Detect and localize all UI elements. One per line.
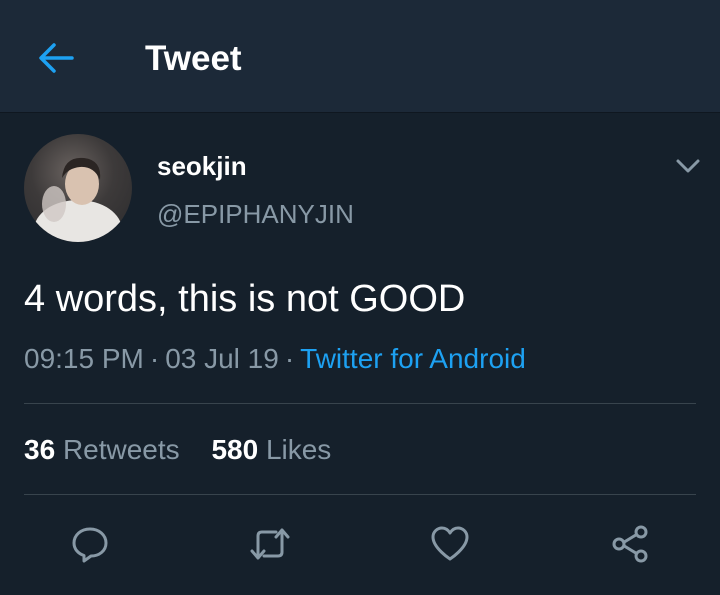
display-name[interactable]: seokjin	[157, 150, 247, 182]
like-button[interactable]	[426, 520, 474, 568]
tweet-source-link[interactable]: Twitter for Android	[300, 343, 526, 374]
app-header: Tweet	[0, 0, 720, 113]
divider	[24, 494, 696, 495]
meta-separator: ·	[149, 343, 160, 374]
tweet-time: 09:15 PM	[24, 343, 144, 374]
tweet-stats: 36 Retweets 580 Likes	[24, 433, 355, 467]
chevron-down-icon	[676, 159, 700, 173]
meta-separator: ·	[284, 343, 295, 374]
retweets-stat[interactable]: 36 Retweets	[24, 433, 180, 467]
likes-stat[interactable]: 580 Likes	[211, 433, 331, 467]
retweets-label: Retweets	[62, 434, 180, 465]
retweet-button[interactable]	[246, 520, 294, 568]
share-icon	[612, 525, 648, 563]
avatar[interactable]	[24, 134, 132, 242]
likes-label: Likes	[265, 434, 332, 465]
reply-button[interactable]	[66, 520, 114, 568]
page-title: Tweet	[145, 39, 242, 78]
retweets-count: 36	[24, 434, 56, 465]
divider	[24, 403, 696, 404]
reply-icon	[72, 527, 108, 563]
tweet-text: 4 words, this is not GOOD	[24, 278, 466, 320]
user-handle[interactable]: @EPIPHANYJIN	[157, 198, 354, 230]
share-button[interactable]	[606, 520, 654, 568]
arrow-left-icon	[39, 43, 74, 73]
back-button[interactable]	[34, 38, 78, 78]
more-options-button[interactable]	[670, 150, 706, 182]
tweet-date: 03 Jul 19	[165, 343, 279, 374]
retweet-icon	[250, 528, 290, 560]
likes-count: 580	[211, 434, 259, 465]
tweet-meta: 09:15 PM · 03 Jul 19 · Twitter for Android	[24, 342, 526, 376]
heart-icon	[431, 526, 469, 561]
